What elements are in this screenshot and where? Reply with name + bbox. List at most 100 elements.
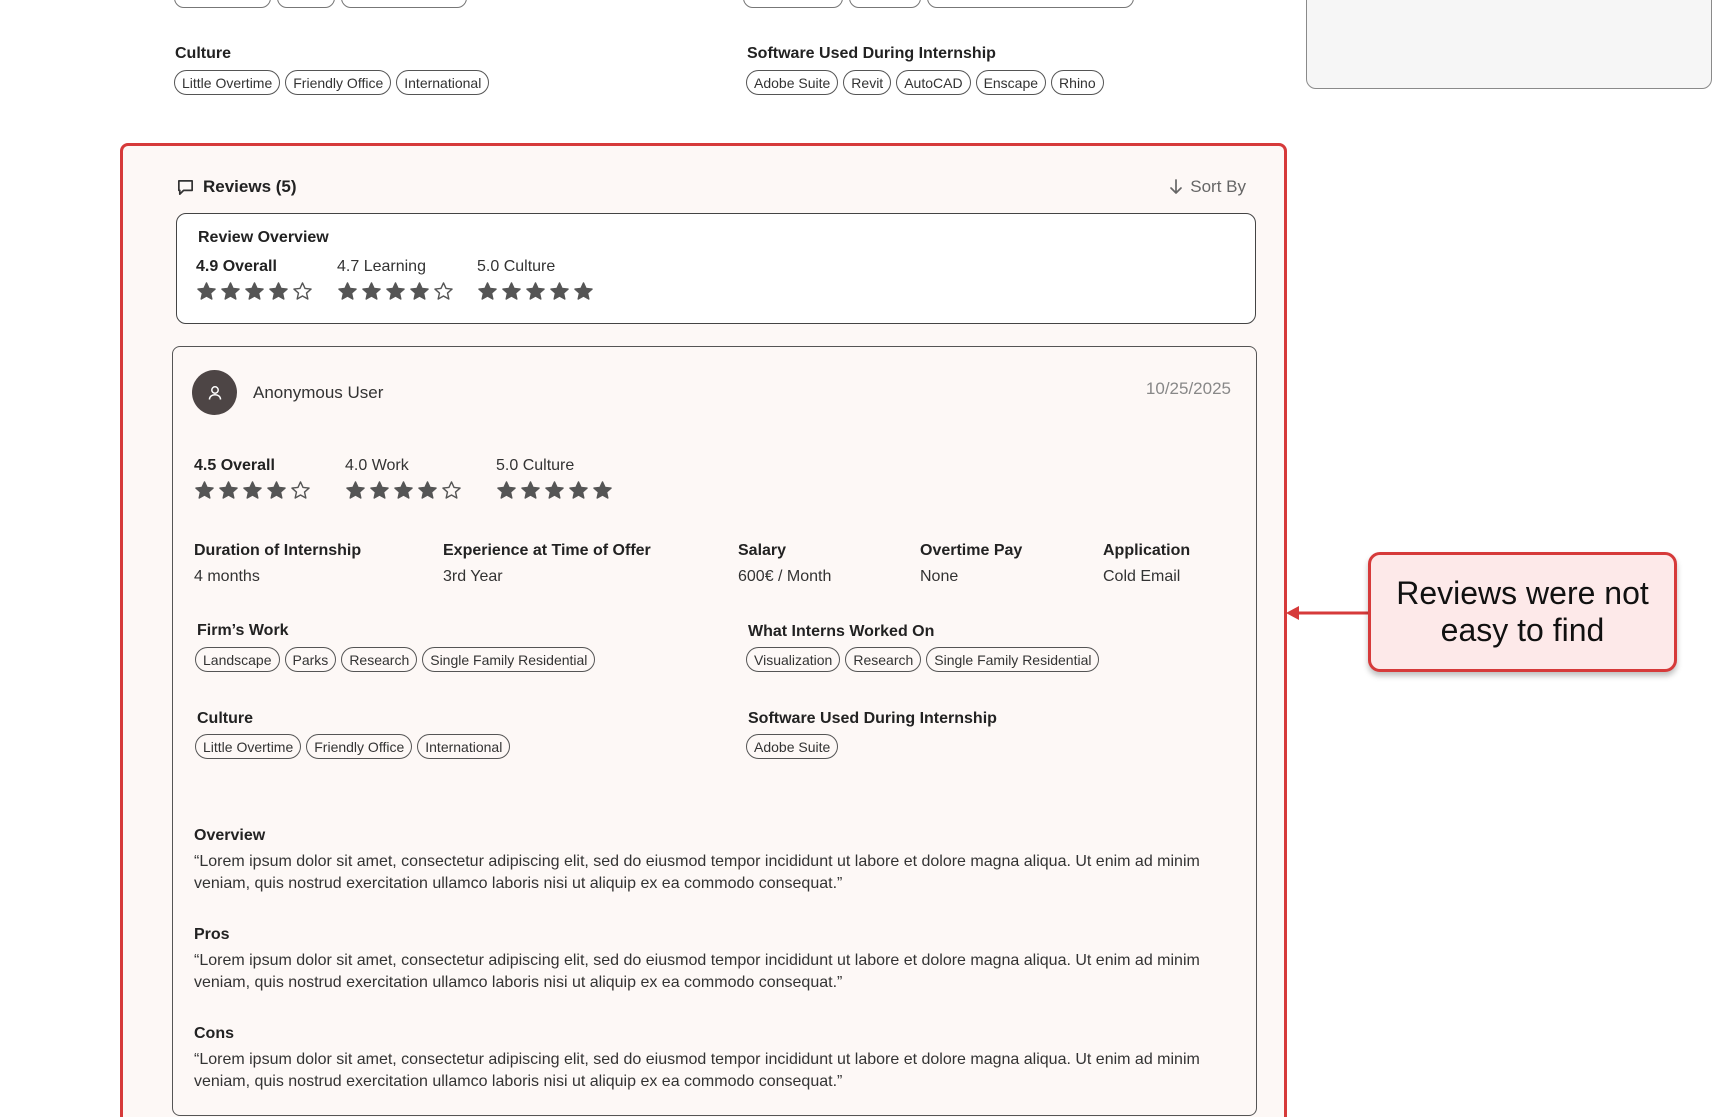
tag-chip[interactable]: Enscape — [975, 70, 1047, 95]
tag-chip[interactable]: International — [417, 734, 511, 759]
side-card — [1306, 0, 1712, 89]
star-filled-icon — [267, 481, 286, 499]
star-filled-icon — [410, 282, 429, 300]
user-icon — [208, 385, 221, 400]
star-rating — [345, 480, 462, 501]
tag-chip[interactable]: Little Overtime — [195, 734, 302, 759]
tag-chip[interactable]: Landscape — [195, 647, 280, 672]
tag-chip[interactable]: Research — [341, 647, 418, 672]
tag-chip[interactable]: AutoCAD — [896, 70, 971, 95]
star-filled-icon — [526, 282, 545, 300]
pros-text: “Lorem ipsum dolor sit amet, consectetur… — [194, 952, 1200, 991]
annotation-callout: Reviews were not easy to find — [1368, 552, 1677, 672]
firms-work-tag-list: Landscape Parks Research Single Family Resi… — [195, 647, 596, 672]
star-filled-icon — [418, 481, 437, 499]
tag-chip[interactable]: Parks — [284, 647, 337, 672]
star-filled-icon — [195, 481, 214, 499]
star-outline-icon — [442, 481, 461, 499]
review-rating-culture: 5.0 Culture — [496, 457, 613, 501]
star-filled-icon — [478, 282, 497, 300]
cons-block: Cons “Lorem ipsum dolor sit amet, consec… — [194, 1025, 1239, 1093]
overview-rating-overall: 4.9 Overall — [196, 258, 313, 302]
reviews-header: Reviews (5) — [176, 177, 297, 197]
tag-chip[interactable]: Friendly Office — [306, 734, 413, 759]
star-outline-icon — [434, 282, 453, 300]
overview-rating-learning: 4.7 Learning — [337, 258, 454, 302]
star-filled-icon — [386, 282, 405, 300]
tag-chip[interactable]: Revit — [843, 70, 892, 95]
overview-heading: Overview — [194, 827, 266, 844]
avatar — [192, 370, 237, 415]
firms-work-label: Firm’s Work — [197, 622, 289, 639]
overview-block: Overview “Lorem ipsum dolor sit amet, co… — [194, 827, 1239, 895]
rating-label: 5.0 Culture — [477, 258, 556, 275]
tag-chip[interactable]: Single Family Residential — [926, 647, 1100, 672]
star-filled-icon — [197, 282, 216, 300]
tag-chip[interactable]: Adobe Suite — [746, 734, 839, 759]
review-rating-work: 4.0 Work — [345, 457, 462, 501]
experience-label: Experience at Time of Offer — [443, 542, 651, 559]
interns-work-label: What Interns Worked On — [748, 623, 935, 640]
overview-text: “Lorem ipsum dolor sit amet, consectetur… — [194, 853, 1200, 892]
star-outline-icon — [293, 282, 312, 300]
cons-text: “Lorem ipsum dolor sit amet, consectetur… — [194, 1051, 1200, 1090]
star-rating — [337, 281, 454, 302]
duration-label: Duration of Internship — [194, 542, 362, 559]
overview-rating-culture: 5.0 Culture — [477, 258, 594, 302]
clipped-tag — [849, 0, 921, 8]
rating-label: 4.9 Overall — [196, 258, 277, 275]
callout-arrow — [1286, 606, 1370, 620]
star-filled-icon — [245, 282, 264, 300]
reviews-section: Reviews (5) Sort By Review Overview 4.9 … — [120, 143, 1287, 1117]
tag-chip[interactable]: Research — [845, 647, 922, 672]
rating-label: 4.7 Learning — [337, 258, 426, 275]
rating-label: 4.0 Work — [345, 457, 409, 474]
review-culture-tag-list: Little Overtime Friendly Office Internatio… — [195, 734, 511, 759]
star-filled-icon — [545, 481, 564, 499]
clipped-tag — [341, 0, 467, 8]
star-rating — [496, 480, 613, 501]
application-label: Application — [1103, 542, 1191, 559]
tag-chip[interactable]: Little Overtime — [174, 70, 281, 95]
software-tag-list: Adobe Suite Revit AutoCAD Enscape Rhino — [746, 70, 1104, 95]
interns-work-tag-list: Visualization Research Single Family Resid… — [746, 647, 1100, 672]
review-software-tag-list: Adobe Suite — [746, 734, 839, 759]
star-filled-icon — [569, 481, 588, 499]
star-filled-icon — [269, 282, 288, 300]
clipped-tag — [277, 0, 335, 8]
tag-chip[interactable]: International — [396, 70, 490, 95]
star-rating — [477, 281, 594, 302]
duration-value: 4 months — [194, 568, 260, 585]
star-filled-icon — [221, 282, 240, 300]
review-overview-title: Review Overview — [198, 229, 329, 246]
speech-bubble-icon — [177, 179, 194, 195]
star-filled-icon — [574, 282, 593, 300]
tag-chip[interactable]: Visualization — [746, 647, 841, 672]
culture-label: Culture — [175, 45, 231, 62]
star-filled-icon — [550, 282, 569, 300]
tag-chip[interactable]: Adobe Suite — [746, 70, 839, 95]
cons-heading: Cons — [194, 1025, 234, 1042]
sort-by-button[interactable]: Sort By — [1168, 177, 1246, 197]
review-card: Anonymous User 10/25/2025 4.5 Overall 4.… — [172, 346, 1257, 1116]
tag-chip[interactable]: Single Family Residential — [422, 647, 596, 672]
reviews-title: Reviews (5) — [203, 177, 297, 196]
star-filled-icon — [497, 481, 516, 499]
review-overview-card: Review Overview 4.9 Overall 4.7 Learning… — [176, 213, 1256, 324]
star-rating — [196, 281, 313, 302]
clipped-tag — [174, 0, 271, 8]
arrow-down-icon — [1170, 179, 1183, 194]
overtime-pay-value: None — [920, 568, 959, 585]
salary-label: Salary — [738, 542, 787, 559]
review-culture-label: Culture — [197, 710, 253, 727]
star-filled-icon — [346, 481, 365, 499]
star-filled-icon — [362, 282, 381, 300]
star-filled-icon — [219, 481, 238, 499]
tag-chip[interactable]: Rhino — [1051, 70, 1104, 95]
star-filled-icon — [370, 481, 389, 499]
star-filled-icon — [338, 282, 357, 300]
tag-chip[interactable]: Friendly Office — [285, 70, 392, 95]
overtime-pay-label: Overtime Pay — [920, 542, 1023, 559]
software-label: Software Used During Internship — [747, 45, 996, 62]
star-filled-icon — [394, 481, 413, 499]
